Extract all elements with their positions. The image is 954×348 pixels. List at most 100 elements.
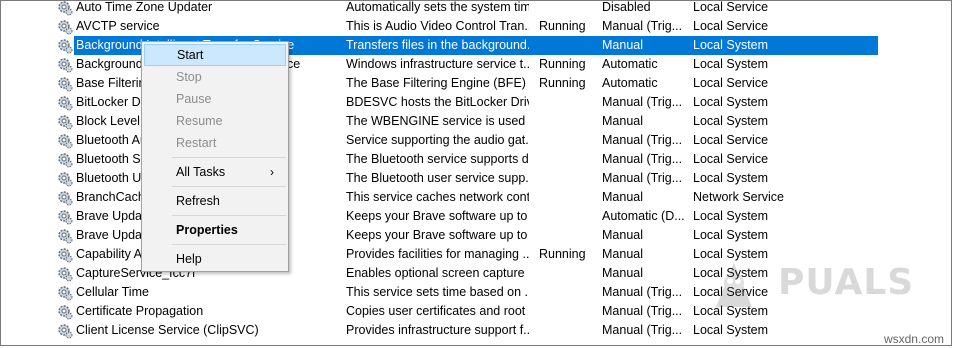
service-log-on-as: Local System xyxy=(693,247,769,261)
menu-separator xyxy=(172,244,286,245)
service-log-on-as: Local Service xyxy=(693,285,769,299)
gear-icon xyxy=(57,38,73,54)
service-description: The Bluetooth user service supp... xyxy=(346,171,529,185)
service-row[interactable]: Auto Time Zone Updater Automatically set… xyxy=(1,0,951,17)
service-startup-type: Manual (Trig... xyxy=(602,304,683,318)
service-status: Running xyxy=(539,19,586,33)
source-footer: wsxdn.com xyxy=(883,332,944,346)
service-description: Provides facilities for managing ... xyxy=(346,247,529,261)
menu-item-help[interactable]: Help xyxy=(144,248,286,270)
service-startup-type: Manual (Trig... xyxy=(602,95,683,109)
service-log-on-as: Local System xyxy=(693,323,769,337)
service-row[interactable]: Certificate Propagation Copies user cert… xyxy=(1,302,951,321)
service-status: Running xyxy=(539,76,586,90)
service-description: Copies user certificates and root ... xyxy=(346,304,529,318)
service-log-on-as: Local System xyxy=(693,114,769,128)
gear-icon xyxy=(57,1,73,16)
menu-separator xyxy=(172,157,286,158)
service-log-on-as: Local Service xyxy=(693,76,769,90)
service-startup-type: Manual (Trig... xyxy=(602,152,683,166)
service-log-on-as: Local System xyxy=(693,171,769,185)
service-startup-type: Manual (Trig... xyxy=(602,323,683,337)
gear-icon xyxy=(57,133,73,149)
service-description: The WBENGINE service is used b... xyxy=(346,114,529,128)
service-startup-type: Manual xyxy=(602,247,643,261)
service-description: The Base Filtering Engine (BFE) is... xyxy=(346,76,529,90)
gear-icon xyxy=(57,171,73,187)
gear-icon xyxy=(57,209,73,225)
service-status: Running xyxy=(539,247,586,261)
menu-separator xyxy=(172,215,286,216)
menu-item-stop[interactable]: Stop xyxy=(144,66,286,88)
gear-icon xyxy=(57,228,73,244)
service-startup-type: Manual (Trig... xyxy=(602,133,683,147)
context-menu: Start Stop Pause Resume Restart All Task… xyxy=(141,41,289,272)
menu-item-start[interactable]: Start xyxy=(144,44,286,66)
service-log-on-as: Local System xyxy=(693,209,769,223)
service-description: This is Audio Video Control Tran... xyxy=(346,19,529,33)
service-description: Windows infrastructure service t... xyxy=(346,57,529,71)
service-startup-type: Manual xyxy=(602,38,643,52)
gear-icon xyxy=(57,285,73,301)
menu-item-properties[interactable]: Properties xyxy=(144,219,286,241)
service-name: Auto Time Zone Updater xyxy=(76,0,213,14)
services-window: Auto Time Zone Updater Automatically set… xyxy=(0,0,952,346)
menu-item-restart[interactable]: Restart xyxy=(144,132,286,154)
service-log-on-as: Local Service xyxy=(693,0,769,14)
service-row[interactable]: AVCTP service This is Audio Video Contro… xyxy=(1,17,951,36)
service-log-on-as: Network Service xyxy=(693,190,784,204)
gear-icon xyxy=(57,190,73,206)
service-log-on-as: Local System xyxy=(693,304,769,318)
service-startup-type: Automatic xyxy=(602,57,658,71)
gear-icon xyxy=(57,19,73,35)
service-startup-type: Manual (Trig... xyxy=(602,285,683,299)
gear-icon xyxy=(57,152,73,168)
service-description: Automatically sets the system time... xyxy=(346,0,529,14)
service-description: This service caches network cont... xyxy=(346,190,529,204)
service-description: Keeps your Brave software up to ... xyxy=(346,209,529,223)
service-startup-type: Automatic (D... xyxy=(602,209,685,223)
service-row[interactable]: Cellular Time This service sets time bas… xyxy=(1,283,951,302)
service-startup-type: Disabled xyxy=(602,0,651,14)
gear-icon xyxy=(57,57,73,73)
menu-item-refresh[interactable]: Refresh xyxy=(144,190,286,212)
service-startup-type: Manual xyxy=(602,266,643,280)
gear-icon xyxy=(57,76,73,92)
service-startup-type: Manual xyxy=(602,114,643,128)
service-name: Certificate Propagation xyxy=(76,304,204,318)
menu-item-all-tasks[interactable]: All Tasks › xyxy=(144,161,286,183)
service-description: Keeps your Brave software up to ... xyxy=(346,228,529,242)
service-startup-type: Manual xyxy=(602,190,643,204)
service-name: AVCTP service xyxy=(76,19,160,33)
service-startup-type: Manual (Trig... xyxy=(602,19,683,33)
service-startup-type: Manual xyxy=(602,228,643,242)
service-log-on-as: Local System xyxy=(693,266,769,280)
service-description: Service supporting the audio gat... xyxy=(346,133,529,147)
service-log-on-as: Local System xyxy=(693,228,769,242)
gear-icon xyxy=(57,304,73,320)
gear-icon xyxy=(57,95,73,111)
menu-item-all-tasks-label: All Tasks xyxy=(176,165,226,179)
service-log-on-as: Local System xyxy=(693,57,769,71)
service-status: Running xyxy=(539,57,586,71)
menu-separator xyxy=(172,186,286,187)
gear-icon xyxy=(57,114,73,130)
service-startup-type: Manual (Trig... xyxy=(602,171,683,185)
service-description: Provides infrastructure support f... xyxy=(346,323,529,337)
service-log-on-as: Local System xyxy=(693,95,769,109)
service-description: The Bluetooth service supports d... xyxy=(346,152,529,166)
submenu-arrow-icon: › xyxy=(270,165,274,179)
service-row[interactable]: Client License Service (ClipSVC) Provide… xyxy=(1,321,951,340)
gear-icon xyxy=(57,266,73,282)
service-log-on-as: Local System xyxy=(693,38,769,52)
menu-item-resume[interactable]: Resume xyxy=(144,110,286,132)
service-name: Cellular Time xyxy=(76,285,149,299)
gear-icon xyxy=(57,247,73,263)
service-description: Transfers files in the background... xyxy=(346,38,529,52)
gear-icon xyxy=(57,323,73,339)
service-name: Client License Service (ClipSVC) xyxy=(76,323,259,337)
service-log-on-as: Local Service xyxy=(693,133,769,147)
menu-item-pause[interactable]: Pause xyxy=(144,88,286,110)
service-description: Enables optional screen capture ... xyxy=(346,266,529,280)
service-description: BDESVC hosts the BitLocker Driv... xyxy=(346,95,529,109)
